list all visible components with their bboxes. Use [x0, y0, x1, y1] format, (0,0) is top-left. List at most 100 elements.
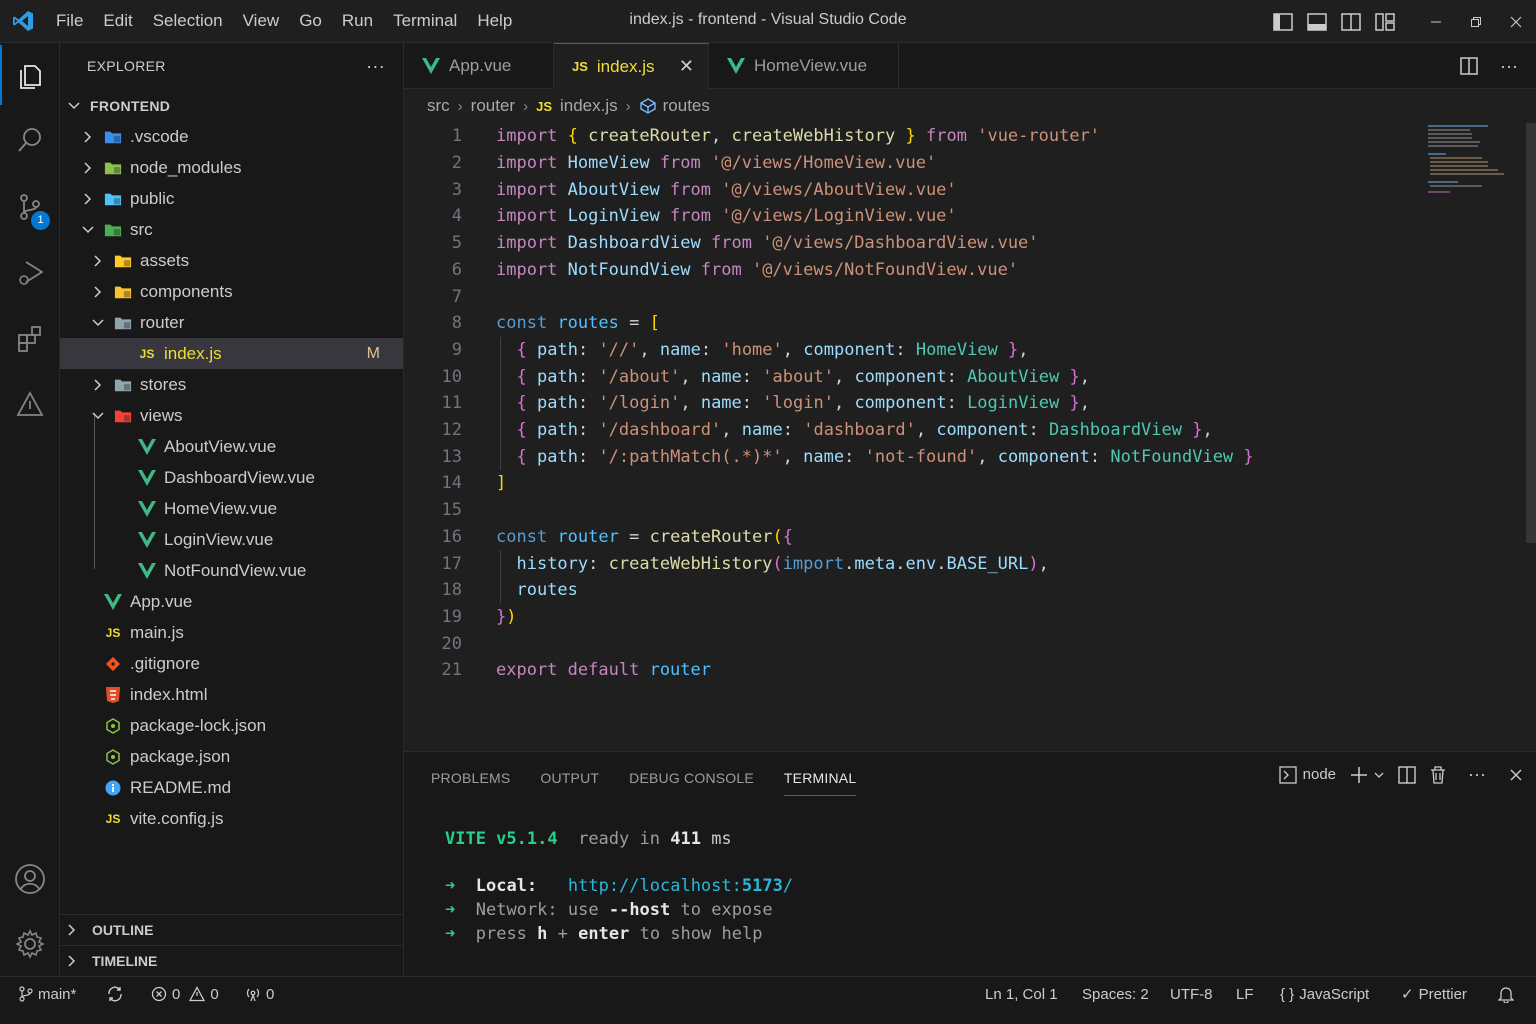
toggle-panel-icon[interactable] — [1300, 7, 1334, 37]
breadcrumb-routes[interactable]: routes — [663, 96, 710, 116]
source-control-icon[interactable]: 1 — [0, 177, 60, 237]
explorer-more-actions-icon[interactable]: ··· — [366, 56, 385, 77]
code-editor[interactable]: 1 import { createRouter, createWebHistory… — [404, 123, 1536, 751]
code-line: 9 { path: '//', name: 'home', component:… — [404, 337, 1424, 364]
breadcrumb-index-js[interactable]: index.js — [560, 96, 618, 116]
file-item[interactable]: index.html — [60, 679, 403, 710]
folder-item[interactable]: views — [60, 400, 403, 431]
code-line: 19}) — [404, 604, 1424, 631]
file-item[interactable]: App.vue — [60, 586, 403, 617]
tree-item-label: NotFoundView.vue — [164, 560, 307, 580]
menu-selection[interactable]: Selection — [143, 6, 233, 36]
language-indicator[interactable]: { } JavaScript — [1280, 977, 1369, 1011]
minimap[interactable] — [1428, 123, 1508, 193]
file-item[interactable]: package.json — [60, 741, 403, 772]
branch-indicator[interactable]: main* — [19, 977, 76, 1011]
tab-debug-console[interactable]: DEBUG CONSOLE — [629, 766, 754, 796]
tree-item-label: HomeView.vue — [164, 498, 278, 518]
notifications-bell-icon[interactable] — [1498, 977, 1514, 1011]
menu-edit[interactable]: Edit — [93, 6, 142, 36]
close-window-icon[interactable] — [1496, 0, 1536, 43]
file-item[interactable]: DashboardView.vue — [60, 462, 403, 493]
close-panel-icon[interactable] — [1510, 769, 1522, 781]
folder-item[interactable]: assets — [60, 245, 403, 276]
new-terminal-icon[interactable] — [1350, 766, 1368, 784]
settings-gear-icon[interactable] — [0, 914, 60, 974]
breadcrumb-src[interactable]: src — [427, 96, 450, 116]
menu-run[interactable]: Run — [332, 6, 383, 36]
indentation-indicator[interactable]: Spaces: 2 — [1082, 977, 1149, 1011]
run-debug-icon[interactable] — [0, 243, 60, 303]
file-item[interactable]: JS main.js — [60, 617, 403, 648]
terminal-selector[interactable]: node — [1278, 765, 1336, 784]
encoding-indicator[interactable]: UTF-8 — [1170, 977, 1213, 1011]
account-icon[interactable] — [0, 849, 60, 909]
folder-item[interactable]: src — [60, 214, 403, 245]
line-number: 8 — [451, 313, 462, 334]
file-item[interactable]: package-lock.json — [60, 710, 403, 741]
folder-item[interactable]: components — [60, 276, 403, 307]
menu-help[interactable]: Help — [467, 6, 522, 36]
warning-count: 0 — [210, 985, 219, 1003]
cursor-position[interactable]: Ln 1, Col 1 — [985, 977, 1058, 1011]
restore-icon[interactable] — [1456, 0, 1496, 43]
file-item[interactable]: LoginView.vue — [60, 524, 403, 555]
folder-root-frontend[interactable]: FRONTEND — [60, 90, 403, 121]
timeline-section[interactable]: TIMELINE — [60, 945, 403, 976]
folder-item[interactable]: router — [60, 307, 403, 338]
more-actions-icon[interactable]: ··· — [1492, 51, 1526, 81]
minimize-icon[interactable] — [1416, 0, 1456, 43]
explorer-files-icon[interactable] — [0, 45, 60, 105]
tree-item-label: src — [130, 219, 153, 239]
code-text: const routes = [ — [496, 313, 660, 334]
sync-icon[interactable] — [106, 977, 124, 1011]
menu-view[interactable]: View — [233, 6, 290, 36]
local-url-port[interactable]: 5173 — [742, 876, 783, 896]
search-icon[interactable] — [0, 110, 60, 170]
file-item[interactable]: NotFoundView.vue — [60, 555, 403, 586]
tab-index-js[interactable]: JS index.js ✕ — [554, 43, 709, 89]
editor-tabs: App.vue JS index.js ✕ HomeView.vue ··· — [404, 43, 1536, 89]
chevron-down-icon[interactable] — [1374, 771, 1384, 779]
split-terminal-icon[interactable] — [1398, 765, 1416, 784]
prettier-indicator[interactable]: ✓ Prettier — [1401, 977, 1467, 1011]
warning-triangle-icon[interactable] — [0, 374, 60, 434]
toggle-secondary-sidebar-icon[interactable] — [1334, 7, 1368, 37]
file-item[interactable]: HomeView.vue — [60, 493, 403, 524]
trash-icon[interactable] — [1430, 765, 1446, 784]
more-actions-icon[interactable]: ··· — [1468, 764, 1486, 785]
split-editor-icon[interactable] — [1452, 51, 1486, 81]
outline-section[interactable]: OUTLINE — [60, 914, 403, 945]
tab-output[interactable]: OUTPUT — [540, 766, 599, 796]
close-tab-icon[interactable]: ✕ — [679, 56, 694, 77]
file-item[interactable]: AboutView.vue — [60, 431, 403, 462]
menu-go[interactable]: Go — [289, 6, 332, 36]
tree-item-label: AboutView.vue — [164, 436, 277, 456]
eol-indicator[interactable]: LF — [1236, 977, 1254, 1011]
tab-app-vue[interactable]: App.vue — [404, 43, 554, 89]
file-item[interactable]: JS index.js M — [60, 338, 403, 369]
breadcrumb-router[interactable]: router — [471, 96, 515, 116]
tab-terminal[interactable]: TERMINAL — [783, 766, 857, 796]
problems-indicator[interactable]: 0 0 — [151, 977, 219, 1011]
file-item[interactable]: JS vite.config.js — [60, 803, 403, 834]
file-item[interactable]: .gitignore — [60, 648, 403, 679]
folder-item[interactable]: .vscode — [60, 121, 403, 152]
line-number: 4 — [451, 206, 462, 227]
folder-item[interactable]: stores — [60, 369, 403, 400]
folder-item[interactable]: public — [60, 183, 403, 214]
ports-indicator[interactable]: 0 — [245, 977, 274, 1011]
tab-homeview-vue[interactable]: HomeView.vue — [709, 43, 899, 89]
local-url-suffix[interactable]: / — [783, 876, 793, 896]
customize-layout-icon[interactable] — [1368, 7, 1402, 37]
menu-file[interactable]: File — [46, 6, 93, 36]
folder-item[interactable]: node_modules — [60, 152, 403, 183]
tab-problems[interactable]: PROBLEMS — [431, 766, 510, 796]
editor-scrollbar[interactable] — [1526, 123, 1536, 543]
file-item[interactable]: README.md — [60, 772, 403, 803]
extensions-icon[interactable] — [0, 308, 60, 368]
local-url-prefix[interactable]: http://localhost: — [568, 876, 742, 896]
menu-terminal[interactable]: Terminal — [383, 6, 467, 36]
vue-file-icon — [138, 531, 156, 549]
toggle-primary-sidebar-icon[interactable] — [1266, 7, 1300, 37]
